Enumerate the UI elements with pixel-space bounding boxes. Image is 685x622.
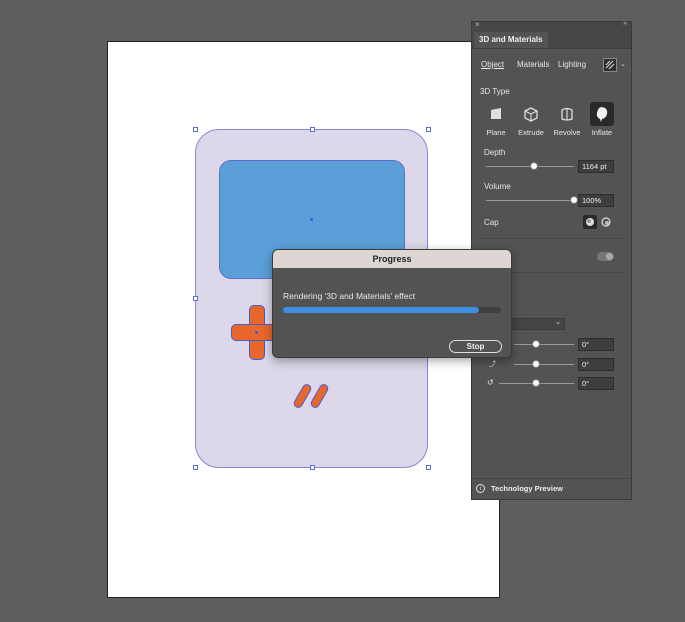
subtab-object[interactable]: Object	[481, 60, 504, 69]
panel-tab-3d-materials[interactable]: 3D and Materials	[474, 32, 548, 48]
panel-header-bar: × »	[472, 20, 631, 30]
rotation-z-field[interactable]: 0°	[578, 377, 614, 390]
progress-message: Rendering '3D and Materials' effect	[283, 291, 416, 301]
depth-field[interactable]: 1164 pt	[578, 160, 614, 173]
volume-label: Volume	[484, 182, 511, 191]
selection-handle[interactable]	[426, 465, 431, 470]
info-icon[interactable]: i	[476, 484, 485, 493]
section-divider	[477, 238, 626, 239]
cap-off-button[interactable]	[599, 215, 613, 229]
subtab-lighting[interactable]: Lighting	[558, 60, 586, 69]
close-icon[interactable]: ×	[475, 20, 480, 29]
depth-label: Depth	[484, 148, 506, 157]
type-revolve-label: Revolve	[553, 128, 581, 137]
volume-field[interactable]: 100%	[578, 194, 614, 207]
type-extrude-button[interactable]	[519, 102, 543, 126]
plane-icon	[491, 108, 501, 119]
progress-dialog: Progress Rendering '3D and Materials' ef…	[272, 249, 512, 358]
type-inflate-label: Inflate	[591, 128, 613, 137]
selection-handle[interactable]	[193, 127, 198, 132]
rotation-y-knob[interactable]	[532, 360, 540, 368]
cap-on-button[interactable]	[583, 215, 597, 229]
rotation-x-track[interactable]	[514, 344, 574, 345]
selection-handle[interactable]	[193, 465, 198, 470]
3d-type-heading: 3D Type	[480, 87, 510, 96]
technology-preview-label[interactable]: Technology Preview	[491, 484, 563, 493]
progress-bar	[283, 307, 501, 313]
selection-handle[interactable]	[426, 127, 431, 132]
panel-tab-bar: 3D and Materials	[472, 30, 631, 49]
rotation-x-knob[interactable]	[532, 340, 540, 348]
rotation-preset-dropdown[interactable]: ⌄	[509, 318, 565, 330]
rotation-y-track[interactable]	[514, 364, 574, 365]
type-plane-label: Plane	[486, 128, 506, 137]
screen-center-point	[310, 218, 313, 221]
panel-footer: i Technology Preview	[472, 478, 631, 500]
chevron-down-icon[interactable]: ⌄	[620, 60, 626, 68]
depth-slider-knob[interactable]	[530, 162, 539, 170]
stop-button[interactable]: Stop	[449, 340, 502, 353]
dialog-title: Progress	[273, 250, 511, 268]
progress-bar-fill	[283, 307, 480, 313]
cap-on-icon	[586, 218, 594, 226]
type-extrude-label: Extrude	[518, 128, 544, 137]
cap-off-icon	[601, 217, 611, 227]
inflate-icon	[596, 107, 608, 122]
rotate-z-icon: ↺	[487, 378, 494, 387]
type-plane-button[interactable]	[484, 102, 508, 126]
selection-handle[interactable]	[310, 465, 315, 470]
subtab-materials[interactable]: Materials	[517, 60, 549, 69]
volume-slider-knob[interactable]	[570, 196, 578, 204]
render-icon[interactable]	[603, 58, 617, 72]
rotation-x-field[interactable]: 0°	[578, 338, 614, 351]
selection-handle[interactable]	[310, 127, 315, 132]
rotate-y-icon: ⤴	[489, 361, 496, 368]
chevron-down-icon: ⌄	[555, 319, 561, 326]
section-toggle[interactable]	[597, 252, 614, 261]
extrude-icon	[524, 107, 538, 122]
type-inflate-button[interactable]	[590, 102, 614, 126]
type-revolve-button[interactable]	[555, 102, 579, 126]
rotation-y-field[interactable]: 0°	[578, 358, 614, 371]
revolve-icon	[561, 107, 573, 121]
rotation-z-knob[interactable]	[532, 379, 540, 387]
cap-label: Cap	[484, 218, 499, 227]
volume-slider-track[interactable]	[486, 200, 574, 201]
dpad-center-point	[255, 331, 258, 334]
collapse-icon[interactable]: »	[623, 20, 627, 27]
selection-handle[interactable]	[193, 296, 198, 301]
